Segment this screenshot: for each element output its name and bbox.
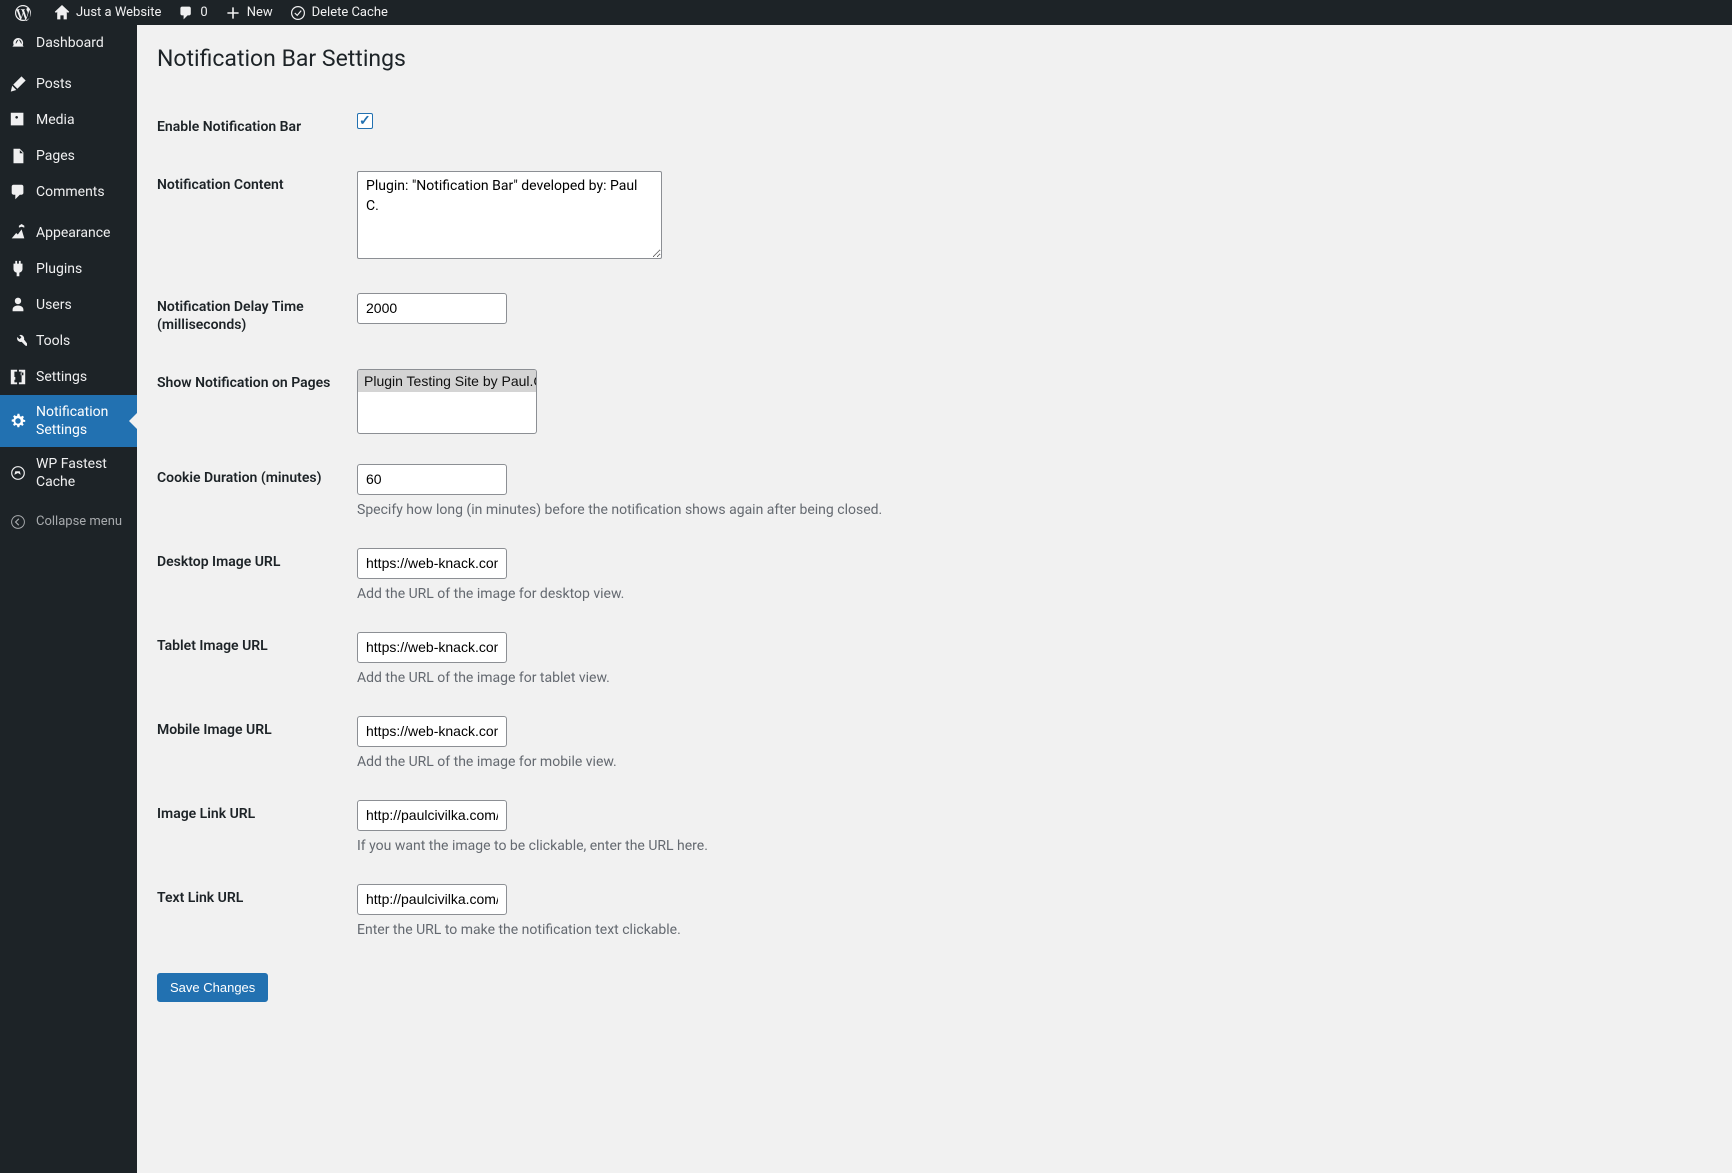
- sidebar-item-label: Plugins: [36, 260, 127, 278]
- image-link-description: If you want the image to be clickable, e…: [357, 838, 1702, 854]
- site-name-menu[interactable]: Just a Website: [45, 0, 169, 25]
- gear-icon: [8, 411, 28, 431]
- tablet-image-description: Add the URL of the image for tablet view…: [357, 670, 1702, 686]
- sidebar-item-label: Settings: [36, 368, 127, 386]
- sidebar-item-users[interactable]: Users: [0, 287, 137, 323]
- cache-icon: [8, 463, 28, 483]
- delete-cache-menu[interactable]: Delete Cache: [281, 0, 396, 25]
- posts-icon: [8, 74, 28, 94]
- admin-bar: Just a Website 0 New Delete Cache: [0, 0, 1732, 25]
- sidebar-item-wp-fastest-cache[interactable]: WP Fastest Cache: [0, 447, 137, 499]
- sidebar-item-label: Comments: [36, 183, 127, 201]
- sidebar-item-label: Media: [36, 111, 127, 129]
- new-label: New: [247, 5, 273, 20]
- delete-cache-label: Delete Cache: [312, 5, 388, 20]
- tablet-image-label: Tablet Image URL: [157, 617, 347, 701]
- admin-sidebar: Dashboard Posts Media Pages Comments: [0, 25, 137, 1173]
- mobile-image-description: Add the URL of the image for mobile view…: [357, 754, 1702, 770]
- text-link-description: Enter the URL to make the notification t…: [357, 922, 1702, 938]
- sidebar-item-label: Appearance: [36, 224, 127, 242]
- sidebar-item-label: Dashboard: [36, 34, 127, 52]
- sidebar-item-label: Pages: [36, 147, 127, 165]
- save-changes-button[interactable]: Save Changes: [157, 973, 268, 1002]
- cookie-duration-description: Specify how long (in minutes) before the…: [357, 502, 1702, 518]
- sidebar-item-settings[interactable]: Settings: [0, 359, 137, 395]
- sidebar-item-label: Posts: [36, 75, 127, 93]
- wordpress-icon: [14, 4, 32, 22]
- settings-form-table: Enable Notification Bar Notification Con…: [157, 98, 1712, 954]
- text-link-label: Text Link URL: [157, 869, 347, 953]
- page-option[interactable]: Plugin Testing Site by Paul.C: [358, 370, 536, 392]
- users-icon: [8, 295, 28, 315]
- media-icon: [8, 110, 28, 130]
- comments-count: 0: [200, 5, 207, 20]
- desktop-image-description: Add the URL of the image for desktop vie…: [357, 586, 1702, 602]
- dashboard-icon: [8, 33, 28, 53]
- sidebar-item-media[interactable]: Media: [0, 102, 137, 138]
- collapse-icon: [8, 512, 28, 532]
- cookie-duration-input[interactable]: [357, 464, 507, 495]
- mobile-image-input[interactable]: [357, 716, 507, 747]
- enable-notification-label: Enable Notification Bar: [157, 98, 347, 156]
- new-content-menu[interactable]: New: [216, 0, 281, 25]
- sidebar-item-label: Notification Settings: [36, 403, 127, 439]
- mobile-image-label: Mobile Image URL: [157, 701, 347, 785]
- sidebar-item-comments[interactable]: Comments: [0, 174, 137, 210]
- desktop-image-input[interactable]: [357, 548, 507, 579]
- show-on-pages-select[interactable]: Plugin Testing Site by Paul.C: [357, 369, 537, 434]
- page-title: Notification Bar Settings: [157, 35, 1712, 78]
- sidebar-item-notification-settings[interactable]: Notification Settings: [0, 395, 137, 447]
- home-icon: [53, 4, 71, 22]
- sidebar-item-plugins[interactable]: Plugins: [0, 251, 137, 287]
- pages-icon: [8, 146, 28, 166]
- comments-menu[interactable]: 0: [169, 0, 215, 25]
- collapse-menu-label: Collapse menu: [36, 513, 127, 531]
- appearance-icon: [8, 223, 28, 243]
- wp-logo-menu[interactable]: [6, 0, 45, 25]
- enable-notification-checkbox[interactable]: [357, 113, 373, 129]
- show-on-pages-label: Show Notification on Pages: [157, 354, 347, 449]
- main-content: Notification Bar Settings Enable Notific…: [137, 25, 1732, 1173]
- desktop-image-label: Desktop Image URL: [157, 533, 347, 617]
- collapse-menu-button[interactable]: Collapse menu: [0, 504, 137, 540]
- delay-time-input[interactable]: [357, 293, 507, 324]
- site-name-label: Just a Website: [76, 5, 161, 20]
- comments-icon: [8, 182, 28, 202]
- plugins-icon: [8, 259, 28, 279]
- sidebar-item-label: Users: [36, 296, 127, 314]
- cookie-duration-label: Cookie Duration (minutes): [157, 449, 347, 533]
- notification-content-label: Notification Content: [157, 156, 347, 278]
- image-link-input[interactable]: [357, 800, 507, 831]
- sidebar-item-appearance[interactable]: Appearance: [0, 215, 137, 251]
- tablet-image-input[interactable]: [357, 632, 507, 663]
- sidebar-item-label: WP Fastest Cache: [36, 455, 127, 491]
- text-link-input[interactable]: [357, 884, 507, 915]
- settings-icon: [8, 367, 28, 387]
- sidebar-item-label: Tools: [36, 332, 127, 350]
- sidebar-item-pages[interactable]: Pages: [0, 138, 137, 174]
- cache-icon: [289, 4, 307, 22]
- delay-time-label: Notification Delay Time (milliseconds): [157, 278, 347, 354]
- tools-icon: [8, 331, 28, 351]
- plus-icon: [224, 4, 242, 22]
- comments-icon: [177, 4, 195, 22]
- image-link-label: Image Link URL: [157, 785, 347, 869]
- notification-content-textarea[interactable]: Plugin: "Notification Bar" developed by:…: [357, 171, 662, 259]
- sidebar-item-dashboard[interactable]: Dashboard: [0, 25, 137, 61]
- sidebar-item-posts[interactable]: Posts: [0, 66, 137, 102]
- sidebar-item-tools[interactable]: Tools: [0, 323, 137, 359]
